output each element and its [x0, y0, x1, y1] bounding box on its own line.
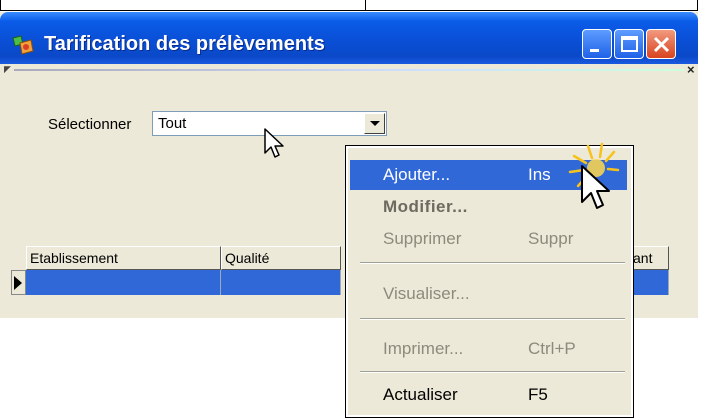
menu-item-label: Ajouter... — [383, 165, 451, 184]
menu-item-supprimer[interactable]: Supprimer Suppr — [350, 224, 627, 254]
menu-item-label: Imprimer... — [383, 339, 464, 358]
table-cell[interactable] — [26, 270, 221, 295]
app-icon — [11, 34, 35, 58]
column-header-etablissement[interactable]: Etablissement — [26, 246, 221, 270]
menu-item-label: Supprimer — [383, 229, 462, 248]
close-button[interactable] — [646, 29, 676, 59]
title-bar[interactable]: Tarification des prélèvements — [0, 12, 698, 64]
minimize-button[interactable] — [582, 29, 612, 59]
maximize-button[interactable] — [614, 29, 644, 59]
row-indicator[interactable] — [11, 270, 26, 295]
outer-table-divider — [365, 0, 366, 11]
menu-item-label: Actualiser — [383, 385, 458, 404]
menu-item-actualiser[interactable]: Actualiser F5 — [350, 380, 627, 410]
table-cell[interactable] — [221, 270, 341, 295]
dropdown-button[interactable] — [364, 113, 385, 134]
outer-table-border — [0, 0, 698, 11]
window-title: Tarification des prélèvements — [44, 33, 325, 55]
strip-close-icon[interactable]: × — [687, 62, 695, 77]
mouse-pointer-icon — [264, 128, 284, 158]
select-value: Tout — [158, 115, 187, 132]
mouse-pointer-icon — [581, 165, 610, 209]
strip-arrow-icon[interactable]: ◤ — [4, 65, 11, 74]
menu-item-shortcut: F5 — [528, 385, 548, 404]
menu-item-shortcut: Ctrl+P — [528, 339, 576, 358]
select-label: Sélectionner — [48, 116, 132, 133]
menu-item-imprimer[interactable]: Imprimer... Ctrl+P — [350, 334, 627, 364]
column-header-montant[interactable]: ant — [629, 246, 669, 270]
menu-separator — [360, 318, 625, 320]
menu-separator — [360, 371, 625, 373]
table-cell[interactable] — [629, 270, 669, 295]
menu-item-label: Visualiser... — [383, 284, 470, 303]
column-header-qualite[interactable]: Qualité — [221, 246, 341, 270]
menu-item-shortcut: Suppr — [528, 229, 574, 248]
chevron-down-icon — [370, 121, 380, 126]
menu-item-shortcut: Ins — [528, 165, 551, 184]
toolbar-strip: ◤ × — [2, 62, 696, 77]
menu-item-label: Modifier... — [383, 197, 468, 216]
menu-item-visualiser[interactable]: Visualiser... — [350, 279, 627, 309]
menu-separator — [360, 262, 625, 264]
strip-line — [14, 69, 684, 71]
current-row-arrow-icon — [14, 276, 22, 290]
